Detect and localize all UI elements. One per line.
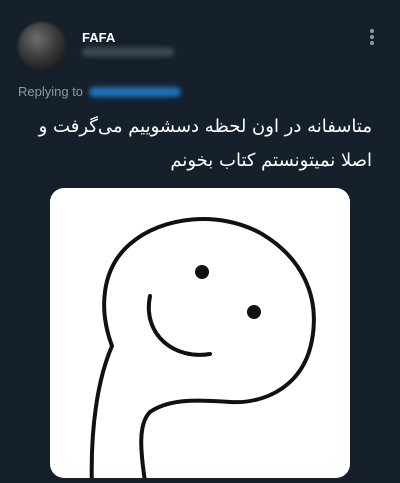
tweet-media-image[interactable] <box>50 188 350 478</box>
tweet-text-line: اصلا نمیتونستم کتاب بخونم <box>170 150 372 171</box>
more-vertical-icon[interactable] <box>366 26 378 48</box>
replying-to-label: Replying to <box>18 84 84 99</box>
reply-target-redacted-link[interactable] <box>89 86 182 97</box>
avatar[interactable] <box>18 22 66 70</box>
tweet-card: FAFA Replying to متاسفانه در اون لحظه دس… <box>0 0 400 483</box>
replying-to-row: Replying to <box>18 84 182 99</box>
author-display-name[interactable]: FAFA <box>82 30 115 45</box>
smiley-doodle-image <box>89 217 316 478</box>
tweet-text: متاسفانه در اون لحظه دسشوییم می‌گرفت و ا… <box>32 110 372 178</box>
author-handle-redacted <box>82 47 174 57</box>
tweet-text-line: متاسفانه در اون لحظه دسشوییم می‌گرفت و <box>38 116 372 137</box>
